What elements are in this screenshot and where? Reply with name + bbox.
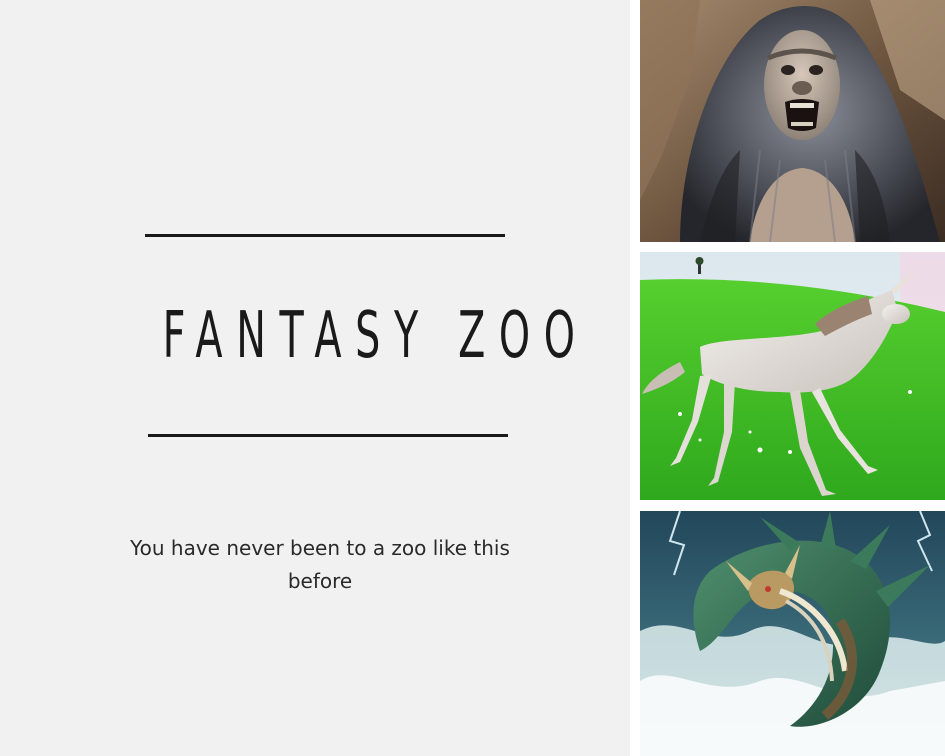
poster-title: FANTASY ZOO (162, 299, 589, 373)
unicorn-photo (640, 252, 945, 500)
poster: FANTASY ZOO You have never been to a zoo… (0, 0, 945, 756)
bigfoot-photo (640, 0, 945, 242)
sea-dragon-photo (640, 511, 945, 756)
top-divider (145, 234, 505, 237)
bottom-divider (148, 434, 508, 437)
poster-tagline: You have never been to a zoo like this b… (130, 536, 510, 593)
title-panel: FANTASY ZOO You have never been to a zoo… (0, 0, 630, 756)
